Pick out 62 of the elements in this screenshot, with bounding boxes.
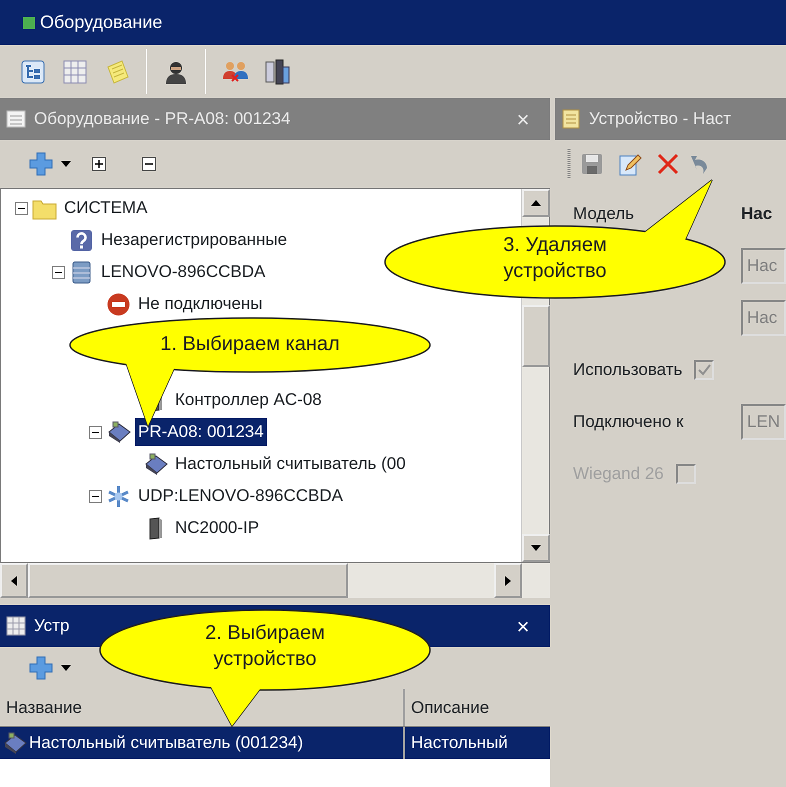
question-mark-icon bbox=[69, 228, 94, 252]
caret-icon bbox=[61, 161, 71, 167]
left-arrow-icon bbox=[11, 576, 17, 586]
tree-item[interactable]: Контроллер AC-08 bbox=[172, 386, 325, 414]
field-label: Модель bbox=[573, 203, 636, 226]
tree-item[interactable]: UDP:LENOVO-896CCBDA bbox=[135, 482, 346, 510]
caret-icon bbox=[61, 665, 71, 671]
network-icon bbox=[106, 484, 131, 508]
tree-item[interactable]: Настольный считыватель (00 bbox=[172, 450, 409, 478]
app-icon bbox=[22, 16, 36, 30]
scroll-down-button[interactable] bbox=[522, 534, 550, 562]
field-label: Подключено к bbox=[573, 411, 684, 434]
tree-item[interactable]: NC2000-IP bbox=[172, 514, 262, 542]
list-icon bbox=[6, 109, 26, 129]
grid-icon bbox=[62, 58, 88, 84]
plus-box-icon bbox=[92, 157, 106, 171]
tree-item[interactable]: LENOVO-896CCBDA bbox=[98, 258, 268, 286]
panel-title: Устр bbox=[34, 615, 70, 638]
expander-button[interactable] bbox=[89, 426, 102, 438]
right-arrow-icon bbox=[505, 576, 511, 586]
down-arrow-icon bbox=[531, 545, 541, 551]
window-title: Оборудование bbox=[40, 11, 162, 34]
table-row[interactable]: Настольный считыватель (001234) bbox=[0, 727, 405, 759]
check-icon bbox=[697, 363, 712, 377]
tree-view-icon bbox=[20, 58, 46, 84]
cell-text: Настольный считыватель (001234) bbox=[29, 732, 304, 754]
device-list-icon bbox=[264, 58, 290, 84]
card-reader-icon bbox=[143, 452, 168, 476]
scroll-up-button[interactable] bbox=[522, 189, 550, 217]
tree-item[interactable]: СИСТЕМА bbox=[61, 194, 150, 222]
scroll-left-button[interactable] bbox=[0, 563, 28, 598]
field-label: Использовать bbox=[573, 359, 682, 382]
minus-box-icon bbox=[142, 157, 156, 171]
close-icon bbox=[656, 152, 680, 176]
plus-icon bbox=[28, 655, 54, 681]
expander-button[interactable] bbox=[52, 266, 65, 278]
scrollbar-thumb[interactable] bbox=[28, 563, 348, 598]
callout-text: 2. Выбираем устройство bbox=[204, 621, 326, 672]
stop-icon bbox=[106, 292, 131, 316]
table-cell[interactable]: Настольный bbox=[405, 727, 550, 759]
field-value: Нас bbox=[741, 203, 772, 226]
expander-button[interactable] bbox=[15, 202, 28, 214]
tree-item[interactable]: Не подключены bbox=[135, 290, 266, 318]
pencil-page-icon bbox=[618, 152, 642, 176]
close-button[interactable]: × bbox=[506, 609, 540, 643]
scroll-right-button[interactable] bbox=[494, 563, 522, 598]
grip-icon bbox=[567, 149, 571, 179]
callout-text: 3. Удаляем устройство bbox=[502, 233, 608, 284]
tree-item[interactable]: Незарегистрированные bbox=[98, 226, 290, 254]
callout-text: 1. Выбираем канал bbox=[159, 332, 341, 357]
tree-item[interactable]: PR-A08: 001234 bbox=[135, 418, 267, 446]
card-reader-icon bbox=[106, 420, 131, 444]
grid-icon bbox=[6, 616, 26, 636]
expander-button[interactable] bbox=[89, 490, 102, 502]
card-reader-icon bbox=[2, 730, 27, 756]
panel-title: Оборудование - PR-A08: 001234 bbox=[34, 108, 290, 130]
scrollbar-thumb[interactable] bbox=[522, 305, 550, 367]
plus-icon bbox=[28, 151, 54, 177]
up-arrow-icon bbox=[531, 200, 541, 206]
column-header[interactable]: Описание bbox=[405, 689, 550, 726]
panel-title: Устройство - Наст bbox=[589, 108, 732, 130]
form-icon bbox=[561, 109, 581, 129]
